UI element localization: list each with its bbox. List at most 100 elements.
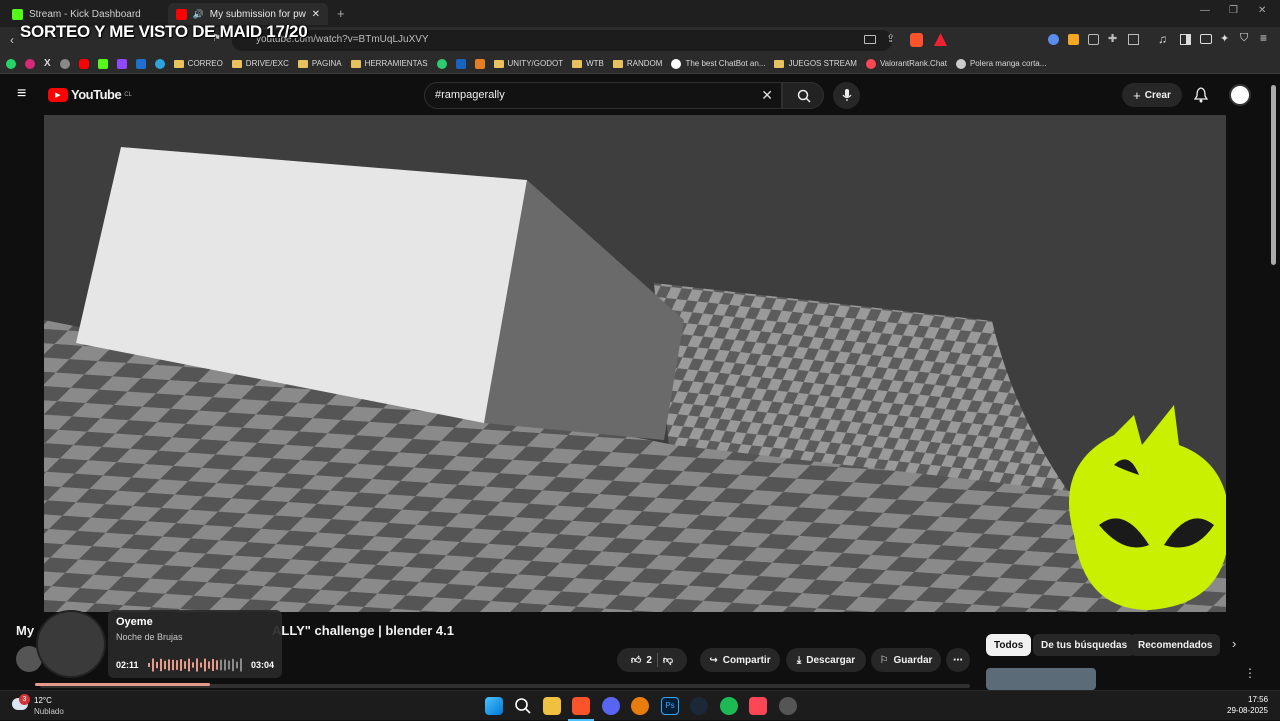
bookmark-folder-correo[interactable]: CORREO xyxy=(173,59,223,68)
url-field[interactable]: youtube.com/watch?v=BTmUqLJuXVY xyxy=(232,30,892,51)
brave-rewards-icon[interactable] xyxy=(934,33,947,46)
extension-icon[interactable] xyxy=(1068,34,1079,45)
bookmark-folder-unity[interactable]: UNITY/GODOT xyxy=(493,59,563,68)
bookmark-folder-wtb[interactable]: WTB xyxy=(572,59,604,68)
bookmark-folder-drive[interactable]: DRIVE/EXC xyxy=(231,59,289,68)
discord-icon[interactable] xyxy=(602,697,620,715)
search-icon[interactable] xyxy=(514,697,532,715)
wallet-icon[interactable] xyxy=(1200,34,1212,44)
leo-ai-icon[interactable]: ✦ xyxy=(1220,32,1229,45)
valorant-icon[interactable] xyxy=(749,697,767,715)
minimize-button[interactable]: — xyxy=(1200,5,1210,16)
search-input[interactable]: #rampagerally ✕ xyxy=(424,82,782,109)
chip-from-searches[interactable]: De tus búsquedas xyxy=(1033,634,1136,656)
waveform-bar xyxy=(188,658,190,672)
waveform-bar xyxy=(212,659,214,671)
album-art xyxy=(36,610,106,678)
like-button[interactable]: 👍︎ 2 xyxy=(631,654,652,667)
instagram-icon[interactable] xyxy=(25,58,35,69)
app-icon[interactable] xyxy=(779,697,797,715)
file-explorer-icon[interactable] xyxy=(543,697,561,715)
maximize-button[interactable]: ❐ xyxy=(1229,5,1238,16)
avatar[interactable] xyxy=(1229,84,1251,106)
bookmark-folder-pagina[interactable]: PAGINA xyxy=(297,59,342,68)
extension-icon[interactable] xyxy=(1088,34,1099,45)
chevron-right-icon[interactable]: › xyxy=(1232,636,1236,651)
like-dislike-group: 👍︎ 2 👎︎ xyxy=(617,648,687,672)
bookmark-icon[interactable] xyxy=(474,58,485,69)
kick-icon[interactable] xyxy=(97,58,108,69)
close-tab-icon[interactable]: ✕ xyxy=(312,9,320,20)
save-button[interactable]: ⚐ Guardar xyxy=(871,648,941,672)
voice-search-button[interactable] xyxy=(833,82,860,109)
share-button[interactable]: ↪ Compartir xyxy=(700,648,780,672)
menu-icon[interactable]: ≡ xyxy=(1260,31,1267,45)
photoshop-icon[interactable]: Ps xyxy=(661,697,679,715)
kick-icon xyxy=(12,8,23,20)
youtube-logo[interactable]: ▶ YouTube CL xyxy=(48,87,132,102)
hamburger-menu-icon[interactable]: ≡ xyxy=(17,85,26,103)
youtube-icon[interactable] xyxy=(78,58,89,69)
notifications-bell-icon[interactable] xyxy=(1194,87,1208,103)
bookmark-folder-herramientas[interactable]: HERRAMIENTAS xyxy=(350,59,428,68)
bookmark-icon[interactable] xyxy=(455,58,466,69)
close-window-button[interactable]: ✕ xyxy=(1258,5,1266,16)
screenshot-icon[interactable] xyxy=(1128,34,1139,45)
duration-time: 03:04 xyxy=(251,660,275,670)
thumbs-down-icon[interactable]: 👎︎ xyxy=(663,654,673,666)
telegram-icon[interactable] xyxy=(154,58,165,69)
tab-title: My submission for pwnisher xyxy=(209,8,306,20)
video-frame-render xyxy=(44,115,1226,612)
sidebar-icon[interactable] xyxy=(1180,34,1191,45)
page-scrollbar[interactable] xyxy=(1271,85,1276,265)
spotify-icon[interactable] xyxy=(720,697,738,715)
globe-icon xyxy=(955,58,966,69)
bookmark-icon[interactable] xyxy=(436,58,447,69)
search-icon xyxy=(797,89,811,103)
waveform-bar xyxy=(240,658,242,672)
recommended-video-thumbnail[interactable] xyxy=(986,668,1096,690)
x-icon[interactable]: X xyxy=(44,58,51,69)
extensions-puzzle-icon[interactable]: ✚ xyxy=(1108,32,1117,45)
bookmark-valorantrank[interactable]: ValorantRank.Chat xyxy=(865,58,947,69)
waveform-bar xyxy=(220,659,222,671)
bookmark-folder-random[interactable]: RANDOM xyxy=(612,59,662,68)
more-actions-button[interactable]: ⋯ xyxy=(946,648,970,672)
twitch-icon[interactable] xyxy=(116,58,127,69)
waveform-bar xyxy=(228,660,230,670)
more-vertical-icon[interactable]: ⋮ xyxy=(1244,666,1256,680)
bookmark-chatbot[interactable]: The best ChatBot an... xyxy=(671,58,765,69)
weather-desc: Nublado xyxy=(34,707,64,716)
waveform-bar xyxy=(176,660,178,670)
chip-recommended[interactable]: Recomendados xyxy=(1130,634,1221,656)
clear-search-icon[interactable]: ✕ xyxy=(761,87,773,104)
plus-icon: + xyxy=(1133,87,1141,103)
music-icon[interactable]: ♫ xyxy=(1158,32,1167,46)
new-tab-button[interactable]: + xyxy=(337,6,345,21)
brave-shield-icon[interactable] xyxy=(910,33,923,47)
share-icon[interactable]: ⇪ xyxy=(886,32,895,45)
folder-icon xyxy=(173,59,184,68)
waveform-bar xyxy=(152,658,154,672)
blender-icon[interactable] xyxy=(631,697,649,715)
windows-start-icon[interactable] xyxy=(485,697,503,715)
paypal-icon[interactable] xyxy=(135,58,146,69)
apple-icon[interactable] xyxy=(59,58,70,69)
search-button[interactable] xyxy=(782,82,824,109)
create-button[interactable]: + Crear xyxy=(1122,83,1182,107)
waveform-progress[interactable] xyxy=(148,658,242,672)
bookmark-folder-juegos[interactable]: JUEGOS STREAM xyxy=(774,59,857,68)
brave-browser-icon[interactable] xyxy=(572,697,590,715)
cast-icon[interactable] xyxy=(864,35,876,44)
bookmark-polera[interactable]: Polera manga corta... xyxy=(955,58,1046,69)
back-icon[interactable]: ‹ xyxy=(10,33,14,47)
extension-icon[interactable] xyxy=(1048,34,1059,45)
chip-all[interactable]: Todos xyxy=(986,634,1032,656)
video-player[interactable] xyxy=(44,115,1226,612)
bookmarks-bar: X CORREO DRIVE/EXC PAGINA HERRAMIENTAS U… xyxy=(0,54,1280,74)
whatsapp-icon[interactable] xyxy=(6,58,16,69)
download-button[interactable]: ⤓ Descargar xyxy=(786,648,866,672)
vpn-shield-icon[interactable]: ⛉ xyxy=(1240,32,1248,45)
steam-icon[interactable] xyxy=(690,697,708,715)
waveform-bar xyxy=(200,662,202,668)
